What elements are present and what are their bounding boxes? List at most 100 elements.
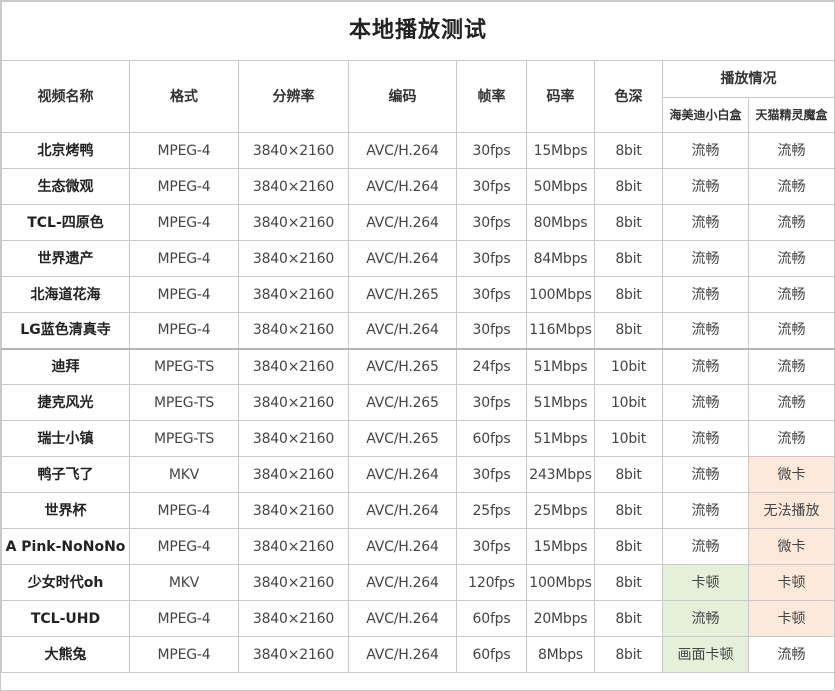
cell-fps: 30fps (456, 528, 527, 565)
cell-device2: 微卡 (747, 456, 835, 493)
cell-bitrate: 100Mbps (526, 564, 595, 601)
cell-depth: 10bit (594, 384, 663, 421)
table-row: 捷克风光 MPEG-TS 3840×2160 AVC/H.265 30fps 51Mbps… (1, 384, 835, 421)
cell-codec: AVC/H.264 (348, 528, 457, 565)
cell-format: MPEG-4 (129, 276, 239, 313)
cell-name: 鸭子飞了 (1, 456, 130, 493)
cell-format: MPEG-4 (129, 312, 239, 349)
cell-codec: AVC/H.264 (348, 492, 457, 529)
cell-bitrate: 15Mbps (526, 528, 595, 565)
cell-resolution: 3840×2160 (238, 564, 349, 601)
cell-fps: 60fps (456, 636, 527, 673)
cell-depth: 8bit (594, 528, 663, 565)
table-row: 瑞士小镇 MPEG-TS 3840×2160 AVC/H.265 60fps 51Mbps… (1, 420, 835, 457)
cell-device1: 流畅 (662, 168, 749, 205)
cell-fps: 30fps (456, 456, 527, 493)
cell-depth: 8bit (594, 312, 663, 349)
cell-device1: 流畅 (662, 420, 749, 457)
cell-resolution: 3840×2160 (238, 168, 349, 205)
cell-format: MKV (129, 564, 239, 601)
cell-device1: 画面卡顿 (662, 636, 749, 673)
cell-bitrate: 84Mbps (526, 240, 595, 277)
cell-name: 世界遗产 (1, 240, 130, 277)
cell-device1: 流畅 (662, 240, 749, 277)
cell-device2: 流畅 (747, 636, 835, 673)
playback-test-table-container: 本地播放测试 视频名称 格式 分辨率 编码 帧率 码率 色深 播放情况 海美迪小… (0, 0, 835, 691)
cell-codec: AVC/H.265 (348, 384, 457, 421)
cell-format: MPEG-4 (129, 240, 239, 277)
cell-fps: 30fps (456, 204, 527, 241)
table-title: 本地播放测试 (0, 1, 835, 61)
cell-device1: 卡顿 (662, 564, 749, 601)
cell-codec: AVC/H.264 (348, 456, 457, 493)
cell-fps: 30fps (456, 240, 527, 277)
cell-device2: 流畅 (747, 420, 835, 457)
cell-depth: 10bit (594, 420, 663, 457)
cell-depth: 8bit (594, 240, 663, 277)
cell-codec: AVC/H.265 (348, 347, 457, 385)
cell-device1: 流畅 (662, 492, 749, 529)
cell-resolution: 3840×2160 (238, 204, 349, 241)
cell-name: 少女时代oh (1, 564, 130, 601)
cell-device1: 流畅 (662, 384, 749, 421)
cell-name: 生态微观 (1, 168, 130, 205)
table-row: 大熊兔 MPEG-4 3840×2160 AVC/H.264 60fps 8Mbps 8bi… (1, 636, 835, 673)
cell-device1: 流畅 (662, 204, 749, 241)
cell-device2: 流畅 (747, 347, 835, 385)
cell-codec: AVC/H.264 (348, 168, 457, 205)
table-row: A Pink-NoNoNo MPEG-4 3840×2160 AVC/H.264 30f… (1, 528, 835, 565)
header-fps: 帧率 (456, 60, 527, 133)
cell-name: A Pink-NoNoNo (1, 528, 130, 565)
cell-resolution: 3840×2160 (238, 492, 349, 529)
table-row: 少女时代oh MKV 3840×2160 AVC/H.264 120fps 100Mbps… (1, 564, 835, 601)
table-row: 鸭子飞了 MKV 3840×2160 AVC/H.264 30fps 243Mbps 8bi… (1, 456, 835, 493)
cell-device1: 流畅 (662, 276, 749, 313)
cell-name: 瑞士小镇 (1, 420, 130, 457)
header-format: 格式 (129, 60, 239, 133)
cell-format: MPEG-TS (129, 384, 239, 421)
cell-resolution: 3840×2160 (238, 240, 349, 277)
cell-depth: 8bit (594, 132, 663, 169)
cell-codec: AVC/H.264 (348, 600, 457, 637)
cell-name: 世界杯 (1, 492, 130, 529)
cell-codec: AVC/H.264 (348, 204, 457, 241)
cell-device2: 流畅 (747, 384, 835, 421)
cell-device2: 流畅 (747, 204, 835, 241)
cell-name: 迪拜 (1, 347, 130, 385)
cell-codec: AVC/H.264 (348, 564, 457, 601)
cell-fps: 24fps (456, 347, 527, 385)
cell-fps: 30fps (456, 312, 527, 349)
cell-depth: 8bit (594, 636, 663, 673)
cell-resolution: 3840×2160 (238, 636, 349, 673)
cell-resolution: 3840×2160 (238, 276, 349, 313)
table-body: 北京烤鸭 MPEG-4 3840×2160 AVC/H.264 30fps 15Mbps 8… (1, 132, 835, 673)
cell-codec: AVC/H.264 (348, 132, 457, 169)
cell-codec: AVC/H.264 (348, 240, 457, 277)
header-playback: 播放情况 (661, 60, 835, 98)
cell-depth: 8bit (594, 276, 663, 313)
cell-codec: AVC/H.264 (348, 636, 457, 673)
cell-bitrate: 51Mbps (526, 420, 595, 457)
cell-name: 北京烤鸭 (1, 132, 130, 169)
cell-fps: 60fps (456, 420, 527, 457)
cell-fps: 30fps (456, 168, 527, 205)
header-depth: 色深 (594, 60, 663, 133)
cell-bitrate: 8Mbps (526, 636, 595, 673)
cell-name: 北海道花海 (1, 276, 130, 313)
cell-device1: 流畅 (662, 132, 749, 169)
cell-device2: 流畅 (747, 132, 835, 169)
cell-codec: AVC/H.264 (348, 312, 457, 349)
cell-device2: 卡顿 (747, 600, 835, 637)
cell-resolution: 3840×2160 (238, 384, 349, 421)
cell-resolution: 3840×2160 (238, 528, 349, 565)
cell-device2: 流畅 (747, 168, 835, 205)
cell-device2: 微卡 (747, 528, 835, 565)
table-row: TCL-UHD MPEG-4 3840×2160 AVC/H.264 60fps 20Mb… (1, 600, 835, 637)
cell-depth: 8bit (594, 204, 663, 241)
cell-fps: 30fps (456, 132, 527, 169)
cell-depth: 8bit (594, 600, 663, 637)
cell-format: MPEG-TS (129, 347, 239, 385)
cell-depth: 8bit (594, 564, 663, 601)
table-row: LG蓝色清真寺 MPEG-4 3840×2160 AVC/H.264 30fps 116M… (1, 312, 835, 349)
cell-format: MPEG-4 (129, 600, 239, 637)
